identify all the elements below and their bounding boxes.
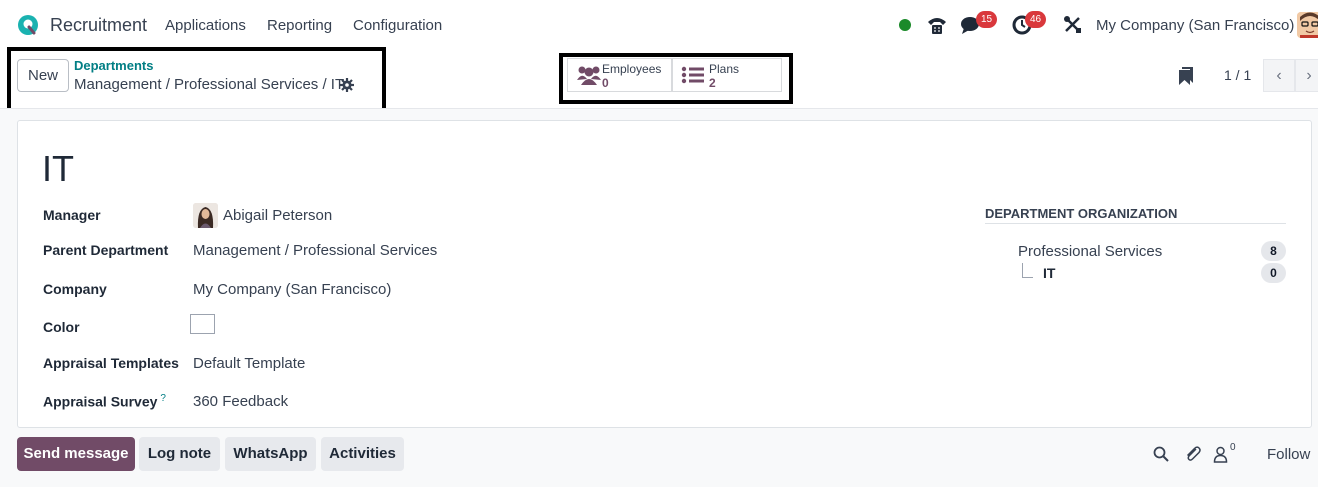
highlight-frame-smart-buttons: [559, 53, 793, 104]
followers-count: 0: [1230, 442, 1236, 453]
tools-icon[interactable]: [1063, 15, 1082, 34]
parent-department-label: Parent Department: [43, 242, 169, 258]
user-avatar-icon: [1297, 12, 1318, 38]
chevron-right-icon: ›: [1306, 67, 1312, 84]
search-icon[interactable]: [1153, 446, 1169, 462]
manager-avatar[interactable]: [193, 203, 218, 228]
department-name[interactable]: IT: [42, 148, 74, 190]
send-message-button[interactable]: Send message: [17, 437, 135, 471]
company-switcher[interactable]: My Company (San Francisco): [1096, 17, 1294, 34]
messages-badge: 15: [976, 11, 998, 28]
org-current-count-badge[interactable]: 0: [1261, 263, 1286, 283]
bookmark-icon[interactable]: [1178, 66, 1194, 86]
activities-badge: 46: [1025, 11, 1047, 28]
log-note-button[interactable]: Log note: [139, 437, 220, 471]
activities-button[interactable]: Activities: [321, 437, 404, 471]
pager-next-button[interactable]: ›: [1295, 59, 1318, 92]
org-parent-count-badge[interactable]: 8: [1261, 241, 1286, 261]
color-label: Color: [43, 319, 80, 335]
pager-previous-button[interactable]: ‹: [1263, 59, 1295, 92]
pager-value[interactable]: 1 / 1: [1224, 67, 1251, 83]
user-avatar[interactable]: [1297, 12, 1318, 38]
manager-value[interactable]: Abigail Peterson: [223, 207, 332, 224]
phone-icon[interactable]: [926, 14, 948, 36]
org-current-department: IT: [1043, 265, 1056, 281]
top-navbar: Recruitment Applications Reporting Confi…: [0, 0, 1318, 50]
form-sheet: [17, 120, 1312, 428]
follow-button[interactable]: Follow: [1267, 446, 1310, 463]
menu-reporting[interactable]: Reporting: [267, 17, 332, 34]
app-name[interactable]: Recruitment: [50, 15, 147, 36]
appraisal-survey-label: Appraisal Survey?: [43, 393, 166, 410]
appraisal-templates-label: Appraisal Templates: [43, 355, 179, 371]
menu-applications[interactable]: Applications: [165, 17, 246, 34]
followers-icon[interactable]: [1213, 446, 1228, 463]
recruitment-app-icon[interactable]: [16, 13, 40, 37]
company-label: Company: [43, 281, 107, 297]
appraisal-survey-value[interactable]: 360 Feedback: [193, 393, 288, 410]
company-value[interactable]: My Company (San Francisco): [193, 281, 391, 298]
status-dot-icon: [899, 19, 911, 31]
highlight-frame-breadcrumb: [7, 47, 386, 114]
color-picker[interactable]: [190, 314, 215, 334]
help-tooltip-icon[interactable]: ?: [160, 393, 166, 404]
org-tree-connector: [1022, 263, 1033, 278]
menu-configuration[interactable]: Configuration: [353, 17, 442, 34]
paperclip-icon[interactable]: [1184, 445, 1202, 463]
parent-department-value[interactable]: Management / Professional Services: [193, 242, 437, 259]
department-organization-title: DEPARTMENT ORGANIZATION: [985, 206, 1178, 221]
organization-divider: [985, 223, 1286, 224]
manager-avatar-icon: [193, 203, 218, 228]
whatsapp-button[interactable]: WhatsApp: [225, 437, 316, 471]
org-parent-department[interactable]: Professional Services: [1018, 243, 1162, 260]
manager-label: Manager: [43, 207, 101, 223]
chevron-left-icon: ‹: [1276, 67, 1282, 84]
appraisal-templates-value[interactable]: Default Template: [193, 355, 305, 372]
